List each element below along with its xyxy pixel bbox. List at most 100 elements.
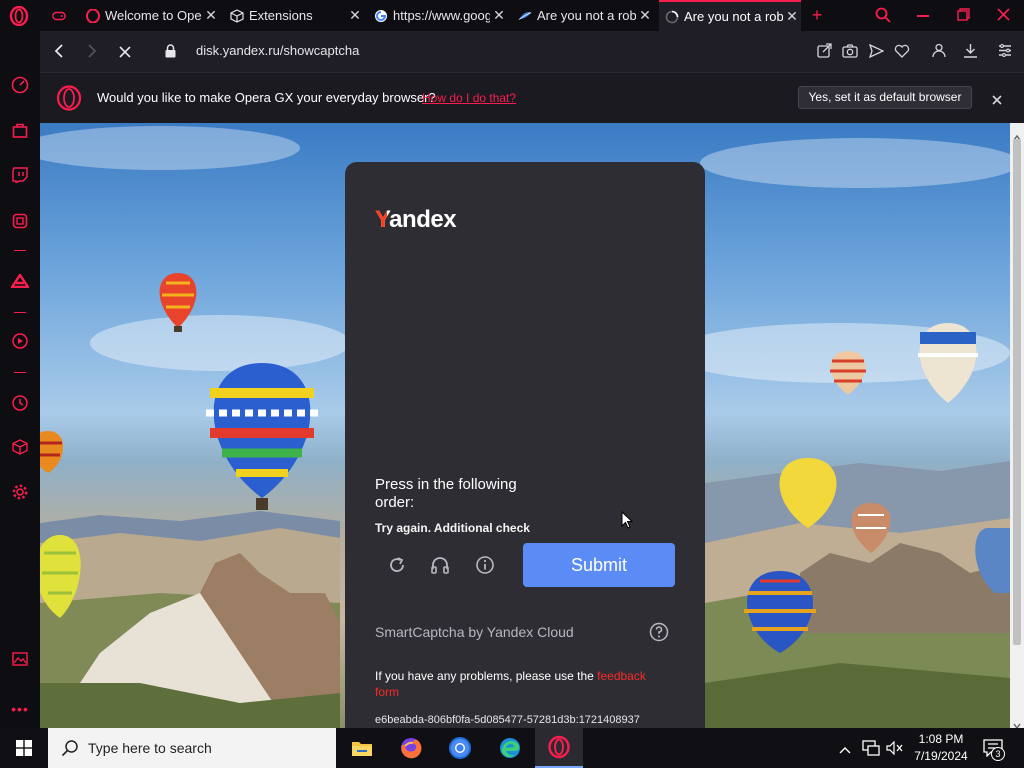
captcha-error: Try again. Additional check [375,521,530,535]
windows-start-icon[interactable] [0,728,48,768]
gamepad-icon [52,9,66,23]
show-hidden-icons[interactable] [838,742,852,754]
sidebar-divider [14,250,26,251]
captcha-instruction: Press in the following order: [375,476,517,511]
infobar-message: Would you like to make Opera GX your eve… [97,90,436,105]
clock-time[interactable]: 1:08 PM [910,732,972,746]
tab-title: https://www.google [393,8,490,23]
yandex-logo: Yandex [375,206,457,234]
camera-icon[interactable] [842,44,858,58]
scroll-down-icon[interactable] [1013,716,1021,730]
default-browser-infobar: Would you like to make Opera GX your eve… [40,72,1024,123]
opera-icon [86,8,100,23]
edge-icon[interactable] [486,728,534,768]
lock-icon[interactable] [165,44,176,58]
tab-title: Are you not a robot [684,9,783,24]
player-icon[interactable] [10,331,30,351]
tab-bar: Welcome to Opera ✕ Extensions ✕ https://… [0,0,1024,31]
tab-robot-active[interactable]: Are you not a robot ✕ [659,0,801,31]
opera-gx-taskbar-icon[interactable] [535,728,583,768]
minimize-icon[interactable] [917,15,929,17]
info-icon[interactable] [475,555,495,575]
new-tab-button[interactable]: + [808,4,826,26]
tab-google[interactable]: https://www.google ✕ [370,0,508,31]
cube-icon [230,8,244,23]
account-icon[interactable] [932,43,946,58]
instagram-icon[interactable] [10,211,30,231]
infobar-help-link[interactable]: How do I do that? [422,91,516,105]
taskbar-search-box[interactable]: Type here to search [48,728,336,768]
tab-welcome[interactable]: Welcome to Opera ✕ [82,0,220,31]
address-bar: disk.yandex.ru/showcaptcha [40,31,1024,72]
help-text-prefix: If you have any problems, please use the [375,669,594,683]
download-icon[interactable] [963,43,978,58]
windows-taskbar: Type here to search 1:08 PM 7/19/2024 3 [0,728,1024,768]
search-icon [61,739,79,757]
history-icon[interactable] [10,393,30,413]
snapshot-share-icon[interactable] [817,43,832,58]
yandex-logo-text: Yandex [375,206,457,233]
close-icon[interactable]: ✕ [636,7,654,24]
close-icon[interactable]: ✕ [202,7,220,24]
extensions-icon[interactable] [10,437,30,457]
clock-date[interactable]: 7/19/2024 [910,749,972,763]
loading-icon [665,10,679,24]
aria-icon[interactable] [10,271,30,291]
restore-icon[interactable] [957,8,970,21]
google-icon [374,9,388,23]
page-content: Yandex Y Press in the following order: T… [40,123,1010,728]
tab-robot-1[interactable]: Are you not a robot ✕ [514,0,654,31]
wallpaper-icon[interactable] [10,649,30,669]
tab-title: Extensions [249,8,313,23]
cursor-icon [621,510,634,529]
shopping-bag-icon[interactable] [10,120,30,140]
help-icon[interactable] [649,622,669,642]
file-explorer-icon[interactable] [338,728,386,768]
back-icon[interactable] [52,43,66,59]
firefox-icon[interactable] [387,728,435,768]
more-icon[interactable]: ••• [10,699,30,719]
balloon [918,323,978,403]
chrome-icon[interactable] [436,728,484,768]
yandex-logo-y-accent: Y [375,210,387,232]
stop-icon[interactable] [119,45,131,58]
url-text[interactable]: disk.yandex.ru/showcaptcha [196,43,359,58]
infobar-close-icon[interactable] [992,92,1002,105]
page-scrollbar[interactable] [1010,123,1024,730]
scrollbar-thumb[interactable] [1013,139,1021,645]
network-icon[interactable] [862,740,880,756]
scroll-up-icon[interactable] [1013,128,1021,141]
volume-muted-icon[interactable] [886,740,904,756]
set-default-button[interactable]: Yes, set it as default browser [798,86,972,109]
close-icon[interactable]: ✕ [346,7,364,24]
sidebar-divider [14,312,26,313]
tab-gx[interactable] [46,0,78,31]
close-icon[interactable]: ✕ [783,8,801,25]
balloon [206,363,318,510]
smartcaptcha-brand[interactable]: SmartCaptcha by Yandex Cloud [375,624,574,640]
settings-icon[interactable] [10,482,30,502]
submit-button[interactable]: Submit [523,543,675,587]
opera-logo-icon [56,85,82,111]
easy-setup-icon[interactable] [998,44,1012,57]
tab-extensions[interactable]: Extensions ✕ [226,0,364,31]
refresh-icon[interactable] [387,555,407,575]
feather-icon [518,9,532,23]
balloon [830,351,866,395]
sidebar-divider [14,372,26,373]
request-id: e6beabda-806bf0fa-5d085477-57281d3b:1721… [375,714,640,726]
close-window-icon[interactable] [997,8,1010,21]
search-icon[interactable] [875,7,891,23]
tab-title: Are you not a robot [537,8,636,23]
sidebar: ••• [0,31,40,728]
forward-icon[interactable] [85,43,99,59]
taskbar-search-placeholder: Type here to search [88,740,212,756]
twitch-icon[interactable] [10,165,30,185]
opera-menu-icon[interactable] [9,5,29,27]
speed-dial-icon[interactable] [10,75,30,95]
tab-title: Welcome to Opera [105,8,202,23]
close-icon[interactable]: ✕ [490,7,508,24]
audio-icon[interactable] [430,555,450,575]
send-icon[interactable] [868,43,885,59]
heart-icon[interactable] [894,44,910,58]
